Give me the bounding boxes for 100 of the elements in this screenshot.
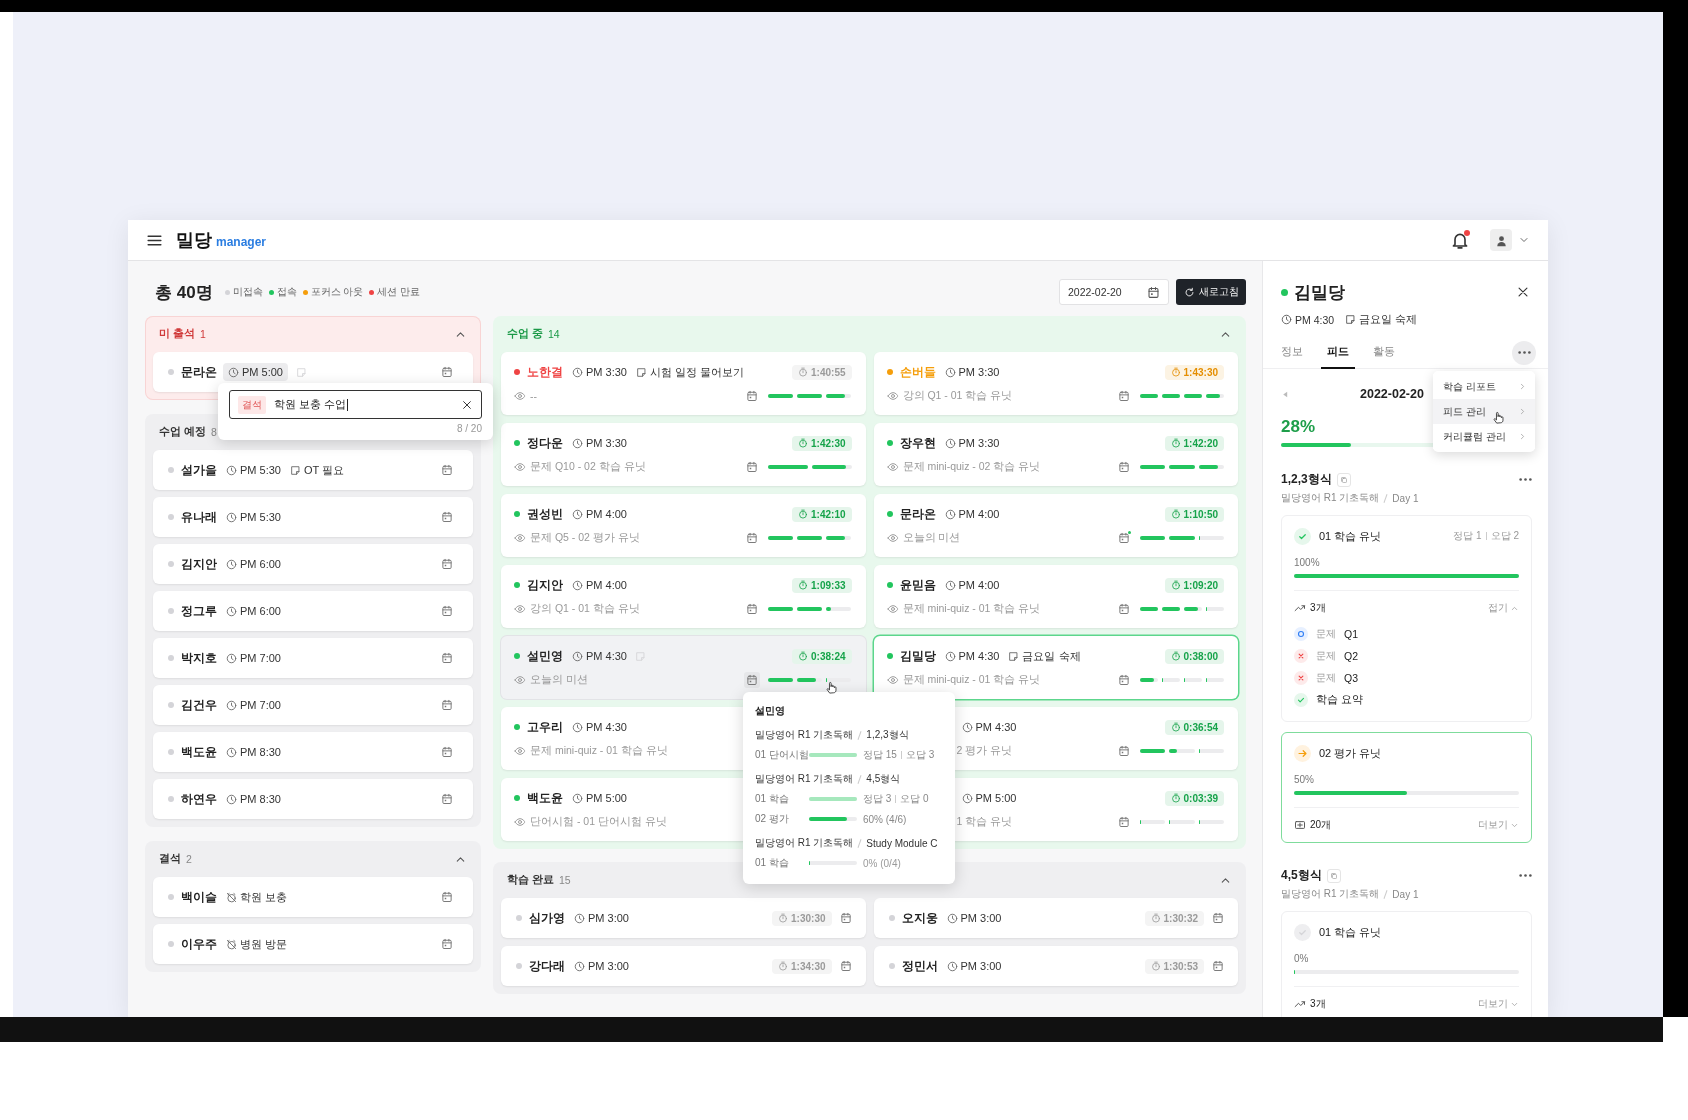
eye-icon bbox=[514, 674, 526, 686]
student-card[interactable]: 설민영 PM 4:30 0:38:24 오늘의 미션 bbox=[501, 636, 866, 699]
clock-icon bbox=[226, 464, 237, 476]
clock-icon bbox=[944, 508, 956, 520]
student-card[interactable]: 권성빈 PM 4:00 1:42:10 문제 Q5 - 02 평가 유닛 bbox=[501, 494, 866, 557]
session-timer: 1:42:30 bbox=[792, 435, 852, 451]
student-card[interactable]: 노한결 PM 3:30 시험 일정 물어보기 1:40:55 -- bbox=[501, 352, 866, 415]
mission-text: 문제 mini-quiz - 01 학습 유닛 bbox=[902, 673, 1041, 687]
calendar-button[interactable] bbox=[1116, 743, 1132, 759]
more-icon bbox=[1517, 351, 1531, 354]
session-timer: 0:38:00 bbox=[1164, 648, 1224, 664]
course-name: 밀당영어 R1 기초독해 bbox=[1281, 887, 1380, 901]
tab[interactable]: 피드 bbox=[1321, 336, 1355, 369]
menu-item[interactable]: 학습 리포트 bbox=[1433, 374, 1535, 399]
calendar-button[interactable] bbox=[1116, 459, 1132, 475]
student-card[interactable]: 백도윤 PM 8:30 bbox=[153, 732, 473, 772]
unit-card[interactable]: 02 평가 유닛 50% 20개 더보기 bbox=[1281, 732, 1532, 843]
tab[interactable]: 활동 bbox=[1367, 336, 1401, 369]
calendar-icon[interactable] bbox=[441, 891, 453, 903]
student-card[interactable]: 정민서 PM 3:00 1:30:53 bbox=[873, 946, 1238, 986]
student-card[interactable]: 김지안 PM 4:00 1:09:33 강의 Q1 - 01 학습 유닛 bbox=[501, 565, 866, 628]
status-icon bbox=[1294, 527, 1311, 545]
calendar-icon[interactable] bbox=[441, 938, 453, 950]
menu-item[interactable]: 커리큘럼 관리 bbox=[1433, 424, 1535, 449]
clock-icon bbox=[226, 746, 237, 758]
session-timer: 0:03:39 bbox=[1164, 790, 1224, 806]
memo-text: OT 필요 bbox=[303, 462, 345, 478]
clock-icon bbox=[944, 579, 956, 591]
calendar-button[interactable] bbox=[1116, 530, 1132, 546]
calendar-icon[interactable] bbox=[441, 558, 453, 570]
calendar-button[interactable] bbox=[743, 672, 760, 688]
student-card[interactable]: 김밀당 PM 4:30 금요일 숙제 0:38:00 문제 mini-quiz - 01 학습 유닛 bbox=[873, 636, 1238, 699]
unit-label: 02 평가 bbox=[755, 812, 790, 826]
student-card[interactable]: 백이슬 학원 보충 bbox=[153, 877, 473, 917]
class-time: PM 8:30 bbox=[240, 793, 281, 805]
wrong-count: 오답 3 bbox=[905, 748, 935, 762]
student-card[interactable]: 강다래 PM 3:00 1:34:30 bbox=[501, 946, 866, 986]
clear-icon[interactable] bbox=[461, 398, 473, 411]
time-chip[interactable]: PM 5:00 bbox=[223, 363, 288, 381]
avatar[interactable] bbox=[1490, 229, 1512, 251]
date-field[interactable]: 2022-02-20 bbox=[1059, 279, 1169, 305]
unit-card[interactable]: 01 학습 유닛 정답 1 오답 2 100% 3개 접기 문제 Q1 문제 Q2 문제 Q3 학습 요약 bbox=[1281, 515, 1532, 722]
mission-text: 문제 Q10 - 02 학습 유닛 bbox=[530, 460, 646, 474]
clock-icon bbox=[226, 699, 237, 711]
text-cursor bbox=[346, 398, 348, 411]
student-card[interactable]: 하연우 PM 8:30 bbox=[153, 779, 473, 819]
calendar-icon[interactable] bbox=[441, 699, 453, 711]
student-name: 유나래 bbox=[181, 509, 217, 525]
class-time: PM 5:30 bbox=[240, 511, 281, 523]
item-label: Q1 bbox=[1344, 628, 1358, 640]
mission-text: 2 평가 유닛 bbox=[956, 744, 1013, 758]
calendar-icon[interactable] bbox=[839, 912, 852, 924]
calendar-icon[interactable] bbox=[441, 652, 453, 664]
calendar-icon[interactable] bbox=[441, 746, 453, 758]
alarm-off-icon bbox=[226, 891, 237, 903]
student-card[interactable]: 이우주 병원 방문 bbox=[153, 924, 473, 964]
more-icon[interactable] bbox=[1519, 478, 1532, 481]
student-card[interactable]: 정그루 PM 6:00 bbox=[153, 591, 473, 631]
close-icon[interactable] bbox=[1516, 285, 1530, 299]
stopwatch-icon bbox=[1170, 651, 1181, 661]
calendar-button[interactable] bbox=[1116, 814, 1132, 830]
tab[interactable]: 정보 bbox=[1275, 336, 1309, 369]
calendar-button[interactable] bbox=[1116, 601, 1132, 617]
student-card[interactable]: 유나래 PM 5:30 bbox=[153, 497, 473, 537]
class-time: PM 4:30 bbox=[975, 721, 1017, 733]
stopwatch-icon bbox=[1170, 367, 1181, 377]
student-card[interactable]: 윤믿음 PM 4:00 1:09:20 문제 mini-quiz - 01 학습 유닛 bbox=[873, 565, 1238, 628]
stopwatch-icon bbox=[1170, 438, 1181, 448]
calendar-icon[interactable] bbox=[1212, 960, 1224, 972]
reason-field[interactable]: 결석 학원 보충 수업 bbox=[229, 390, 482, 419]
student-card[interactable]: 정다운 PM 3:30 1:42:30 문제 Q10 - 02 학습 유닛 bbox=[501, 423, 866, 486]
mission-text: -- bbox=[530, 390, 537, 402]
calendar-icon[interactable] bbox=[1212, 912, 1224, 924]
calendar-icon[interactable] bbox=[441, 605, 453, 617]
student-card[interactable]: 김건우 PM 7:00 bbox=[153, 685, 473, 725]
student-name: 백도윤 bbox=[181, 744, 217, 760]
student-card[interactable]: 김지안 PM 6:00 bbox=[153, 544, 473, 584]
section-count: 1 bbox=[199, 328, 206, 340]
calendar-icon[interactable] bbox=[441, 511, 453, 523]
calendar-icon[interactable] bbox=[441, 464, 453, 476]
more-button[interactable] bbox=[1512, 340, 1536, 365]
refresh-button[interactable]: 새로고침 bbox=[1176, 279, 1246, 305]
student-card[interactable]: 손버들 PM 3:30 1:43:30 강의 Q1 - 01 학습 유닛 bbox=[873, 352, 1238, 415]
calendar-icon[interactable] bbox=[839, 960, 852, 972]
calendar-button[interactable] bbox=[1116, 388, 1132, 404]
course-name: 밀당영어 R1 기초독해 bbox=[755, 728, 854, 742]
student-card[interactable]: 장우현 PM 3:30 1:42:20 문제 mini-quiz - 02 학습 유닛 bbox=[873, 423, 1238, 486]
calendar-button[interactable] bbox=[1116, 672, 1132, 688]
calendar-icon[interactable] bbox=[441, 793, 453, 805]
menu-item[interactable]: 피드 관리 bbox=[1433, 399, 1535, 424]
calendar-icon bbox=[1147, 285, 1160, 299]
calendar-icon[interactable] bbox=[441, 366, 453, 378]
flashcard-icon bbox=[1294, 819, 1306, 831]
logo[interactable]: 밀당 manager bbox=[176, 228, 267, 252]
student-card[interactable]: 오지웅 PM 3:00 1:30:32 bbox=[873, 898, 1238, 938]
student-card[interactable]: 문라온 PM 4:00 1:10:50 오늘의 미션 bbox=[873, 494, 1238, 557]
more-icon[interactable] bbox=[1519, 874, 1532, 877]
student-card[interactable]: 설가을 PM 5:30 OT 필요 bbox=[153, 450, 473, 490]
student-card[interactable]: 심가영 PM 3:00 1:30:30 bbox=[501, 898, 866, 938]
student-card[interactable]: 박지호 PM 7:00 bbox=[153, 638, 473, 678]
